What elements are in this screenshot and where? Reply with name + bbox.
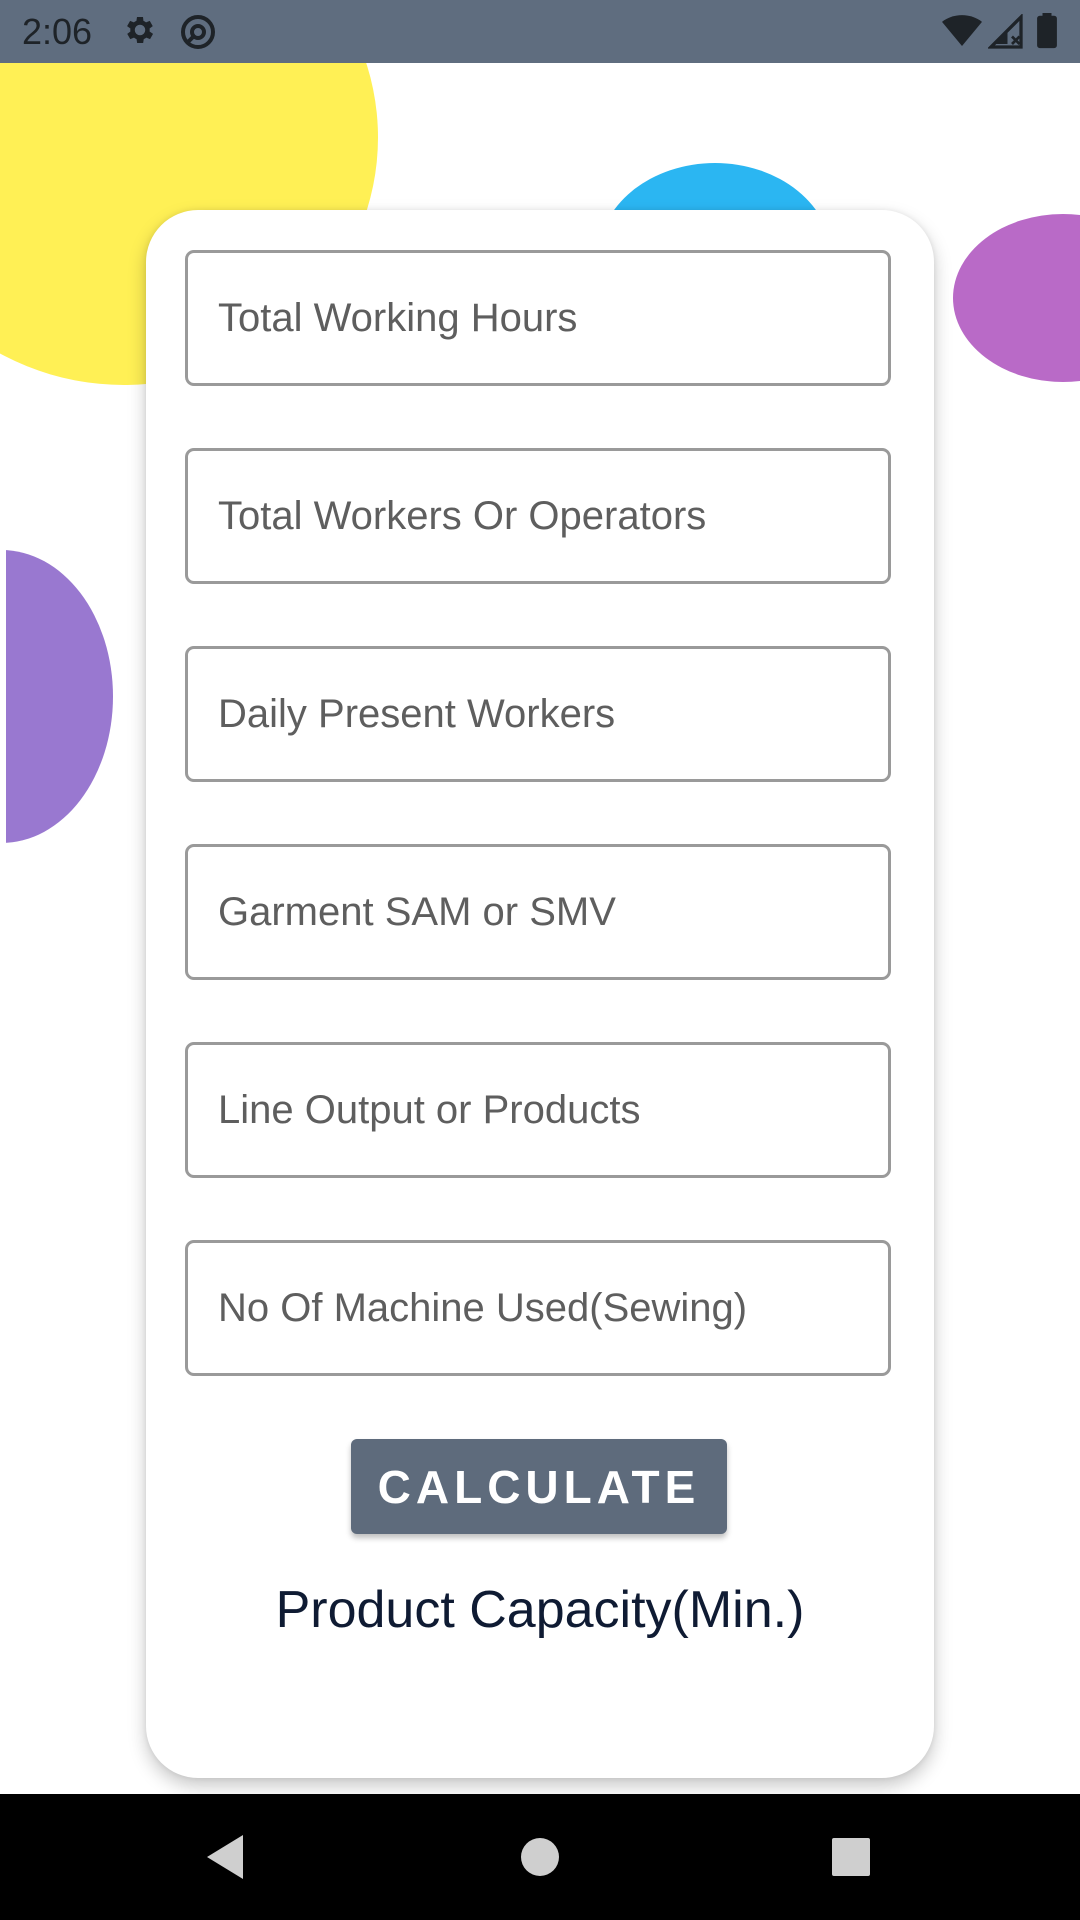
wifi-icon bbox=[942, 14, 982, 53]
back-button[interactable] bbox=[185, 1822, 265, 1892]
status-time: 2:06 bbox=[22, 11, 93, 52]
garment-sam-input[interactable] bbox=[188, 847, 888, 977]
battery-icon bbox=[1036, 13, 1058, 54]
home-button[interactable] bbox=[500, 1822, 580, 1892]
home-icon bbox=[521, 1838, 559, 1876]
signal-icon bbox=[987, 13, 1024, 55]
line-output-field[interactable] bbox=[185, 1042, 891, 1178]
daily-present-workers-input[interactable] bbox=[188, 649, 888, 779]
machines-used-input[interactable] bbox=[188, 1243, 888, 1373]
total-working-hours-input[interactable] bbox=[188, 253, 888, 383]
decorative-blob-purple bbox=[0, 550, 113, 843]
total-workers-field[interactable] bbox=[185, 448, 891, 584]
status-bar: 2:06 bbox=[0, 0, 1080, 63]
product-capacity-result: Product Capacity(Min.) bbox=[275, 1581, 805, 1639]
blob-edge bbox=[0, 540, 6, 860]
machines-used-field[interactable] bbox=[185, 1240, 891, 1376]
garment-sam-field[interactable] bbox=[185, 844, 891, 980]
total-working-hours-field[interactable] bbox=[185, 250, 891, 386]
daily-present-workers-field[interactable] bbox=[185, 646, 891, 782]
gear-icon bbox=[122, 12, 158, 53]
recents-button[interactable] bbox=[811, 1822, 891, 1892]
calculate-button[interactable]: CALCULATE bbox=[351, 1439, 727, 1534]
line-output-input[interactable] bbox=[188, 1045, 888, 1175]
recents-icon bbox=[832, 1838, 870, 1876]
total-workers-input[interactable] bbox=[188, 451, 888, 581]
at-sign-icon bbox=[178, 12, 218, 57]
calculator-card: CALCULATE Product Capacity(Min.) bbox=[146, 210, 934, 1778]
decorative-blob-magenta bbox=[953, 214, 1080, 382]
navigation-bar bbox=[0, 1794, 1080, 1920]
back-icon bbox=[207, 1835, 243, 1879]
app-screen: 2:06 Total Working Hours Total Workers O… bbox=[0, 0, 1080, 1920]
